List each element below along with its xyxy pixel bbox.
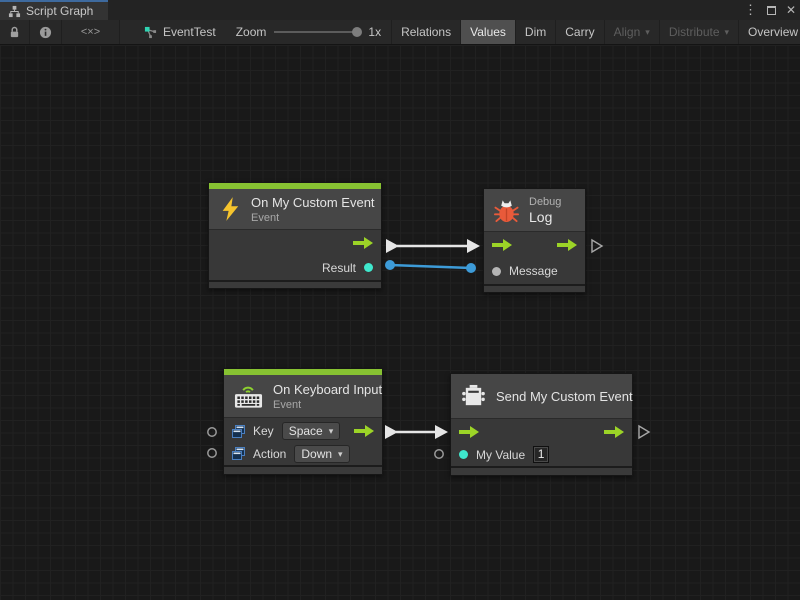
toolbar-button-overview[interactable]: Overview [738,20,800,44]
node-title: On My Custom Event [251,195,375,210]
node-category: Debug [529,196,561,208]
node-body: My Value 1 [451,419,632,466]
flow-input-port[interactable] [459,426,479,438]
graph-hierarchy-icon [8,5,21,18]
zoom-slider-handle[interactable] [352,27,362,37]
close-icon[interactable]: ✕ [786,3,796,17]
node-on-keyboard-input[interactable]: On Keyboard Input Event Key Space [223,368,383,475]
maximize-icon[interactable] [767,6,776,15]
flow-output-port[interactable] [354,425,374,437]
info-icon [39,26,52,39]
csharp-preview-button[interactable]: <×> [62,20,120,44]
message-value-port[interactable] [492,267,501,276]
lock-button[interactable] [0,20,30,44]
window-controls: ⋮ ✕ [744,0,796,20]
enum-icon [232,447,245,460]
key-port-label: Key [253,424,274,438]
node-footer [224,465,382,474]
node-subtitle: Event [251,212,375,224]
toolbar-button-carry[interactable]: Carry [555,20,603,44]
code-icon: <×> [81,26,100,38]
graph-toolbar: <×> EventTest Zoom 1x Relations Valu [0,20,800,45]
node-header: On My Custom Event Event [209,189,381,230]
node-body: Result [209,230,381,280]
node-subtitle: Event [273,399,382,411]
enum-icon [232,425,245,438]
message-port-label: Message [509,264,558,278]
key-dropdown-value: Space [289,424,323,438]
flow-output-port[interactable] [557,239,577,251]
node-footer [209,280,381,288]
lock-icon [9,26,20,39]
lightning-bolt-icon [219,196,241,222]
toolbar-button-align[interactable]: Align [604,20,659,44]
toolbar-button-values[interactable]: Values [460,20,515,44]
toolbar-button-distribute[interactable]: Distribute [659,20,738,44]
title-bar: Script Graph ⋮ ✕ [0,0,800,20]
my-value-input[interactable]: 1 [533,446,549,463]
node-title: Send My Custom Event [496,389,633,404]
node-footer [451,466,632,475]
node-debug-log[interactable]: Debug Log Message [483,188,586,293]
zoom-control: Zoom 1x [226,20,391,44]
action-port-label: Action [253,447,286,461]
keyboard-icon [234,383,263,409]
script-graph-window: Script Graph ⋮ ✕ [0,0,800,600]
zoom-label: Zoom [236,25,267,39]
custom-event-machine-icon [461,384,486,409]
my-value-port-label: My Value [476,448,525,462]
result-port-label: Result [322,261,356,275]
my-value-port[interactable] [459,450,468,459]
node-body: Message [484,232,585,284]
node-footer [484,284,585,292]
key-dropdown[interactable]: Space [282,422,341,440]
zoom-slider[interactable] [274,31,360,33]
node-title: Log [529,209,561,225]
toolbar-button-relations[interactable]: Relations [391,20,460,44]
inspect-button[interactable] [30,20,62,44]
node-header: Debug Log [484,189,585,232]
graph-breadcrumb[interactable]: EventTest [134,20,226,44]
window-menu-icon[interactable]: ⋮ [744,2,757,18]
flow-output-port[interactable] [353,237,373,249]
graph-canvas[interactable] [0,45,800,600]
toolbar-spacer [120,20,134,44]
toolbar-button-dim[interactable]: Dim [515,20,555,44]
result-value-port[interactable] [364,263,373,272]
bug-icon [494,198,519,223]
zoom-value: 1x [368,25,381,39]
action-dropdown-value: Down [301,447,332,461]
graph-name: EventTest [163,25,216,39]
flow-output-port[interactable] [604,426,624,438]
node-header: Send My Custom Event [451,374,632,419]
node-send-my-custom-event[interactable]: Send My Custom Event My Value 1 [450,373,633,476]
tab-script-graph[interactable]: Script Graph [0,0,108,20]
graph-asset-icon [144,26,157,39]
node-on-my-custom-event[interactable]: On My Custom Event Event Result [208,182,382,289]
node-title: On Keyboard Input [273,382,382,397]
view-toggle-group: Relations Values Dim Carry Align Distrib… [391,20,800,44]
node-header: On Keyboard Input Event [224,375,382,418]
tab-title: Script Graph [26,4,93,18]
node-body: Key Space Action Down [224,418,382,465]
action-dropdown[interactable]: Down [294,445,349,463]
flow-input-port[interactable] [492,239,512,251]
